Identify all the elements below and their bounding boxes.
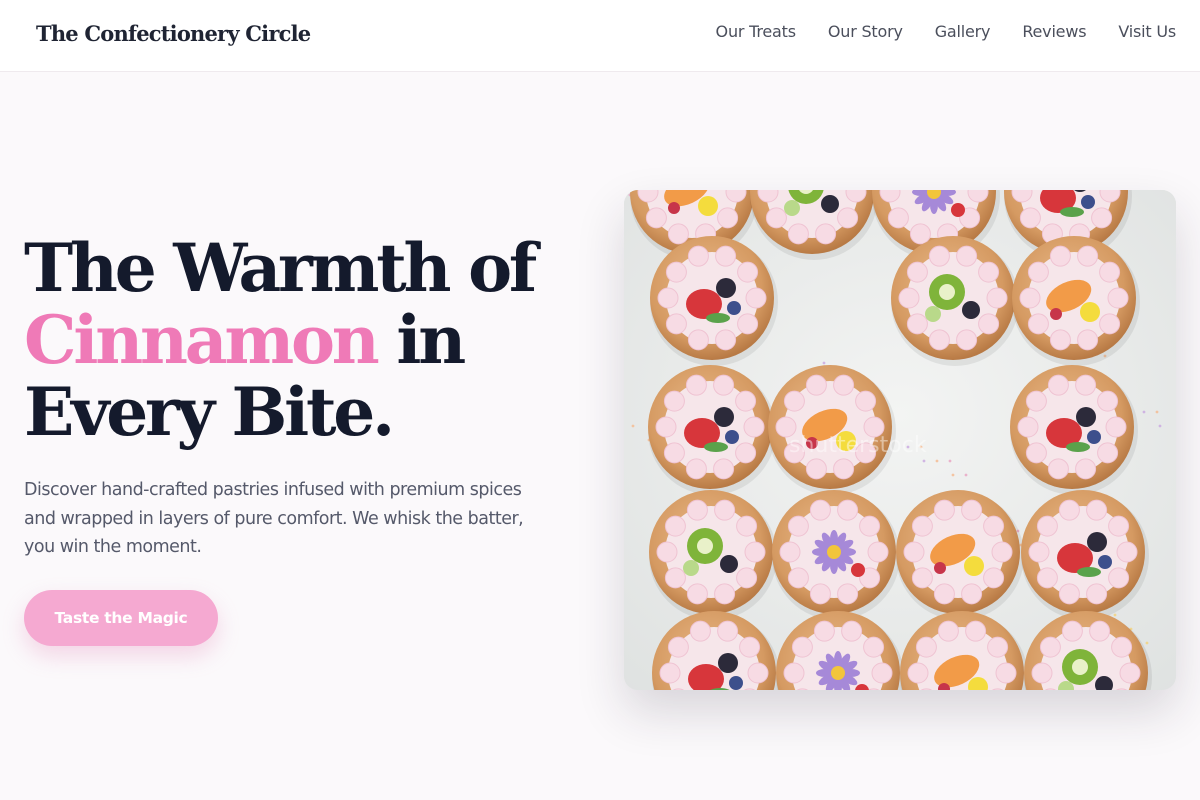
- hero-title-line1: The Warmth of: [24, 229, 537, 307]
- taste-the-magic-button[interactable]: Taste the Magic: [24, 590, 218, 646]
- hero-title-line2: in: [376, 301, 466, 379]
- main-nav: Our Treats Our Story Gallery Reviews Vis…: [716, 22, 1177, 41]
- pastries-illustration: shutterstock: [624, 190, 1176, 690]
- nav-our-story[interactable]: Our Story: [828, 22, 903, 41]
- hero-title: The Warmth of Cinnamon in Every Bite.: [24, 232, 584, 448]
- hero-description: Discover hand-crafted pastries infused w…: [24, 480, 524, 557]
- hero-title-accent: Cinnamon: [24, 301, 380, 379]
- brand-logo[interactable]: The Confectionery Circle: [36, 21, 311, 46]
- nav-gallery[interactable]: Gallery: [935, 22, 991, 41]
- nav-reviews[interactable]: Reviews: [1022, 22, 1086, 41]
- nav-our-treats[interactable]: Our Treats: [716, 22, 797, 41]
- site-header: The Confectionery Circle Our Treats Our …: [0, 0, 1200, 72]
- nav-visit-us[interactable]: Visit Us: [1118, 22, 1176, 41]
- watermark-text: shutterstock: [789, 433, 927, 458]
- hero-title-line3: Every Bite.: [24, 373, 395, 451]
- pastries-photo: shutterstock: [624, 190, 1176, 690]
